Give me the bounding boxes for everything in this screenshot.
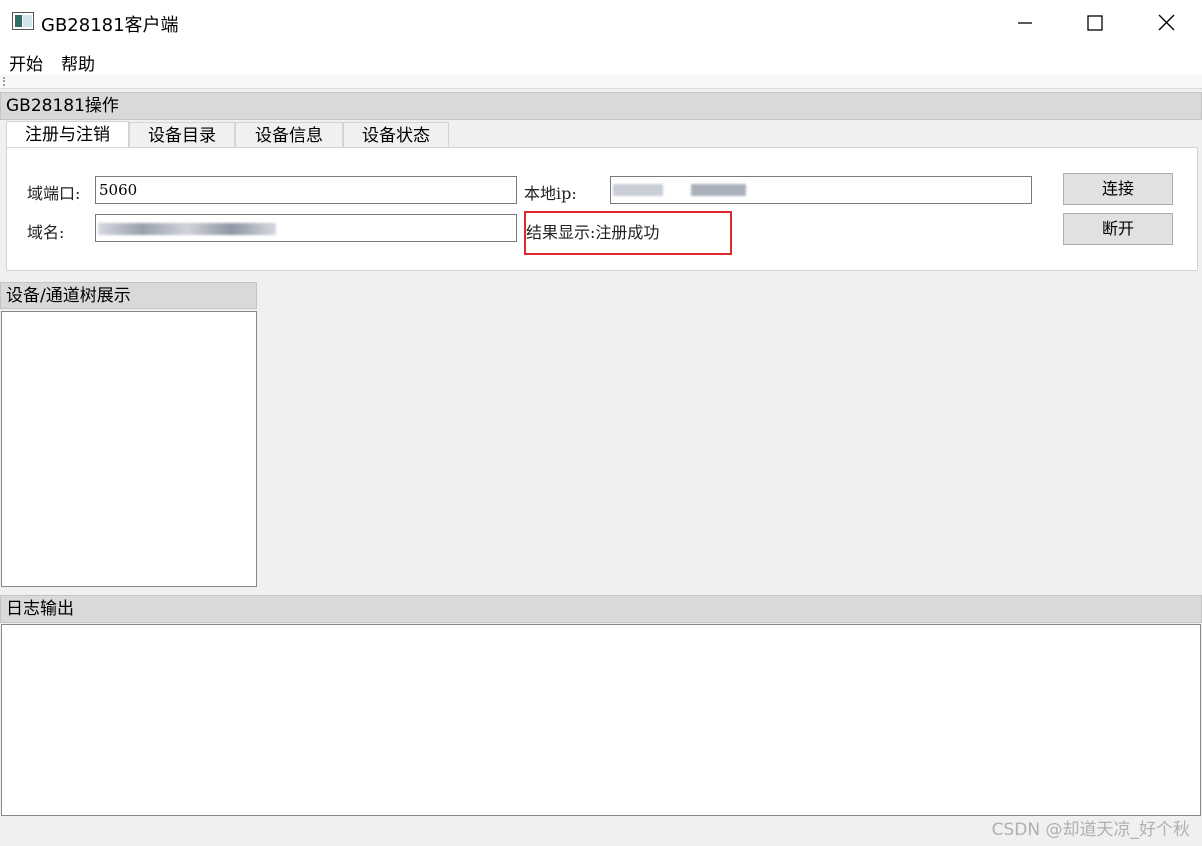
tab-device-status[interactable]: 设备状态 [343,122,449,148]
domain-name-label: 域名: [27,223,65,242]
minimize-icon [1018,21,1032,24]
redacted-text [613,184,663,196]
toolbar-grip[interactable] [3,77,5,86]
local-ip-label: 本地ip: [524,184,577,203]
toolbar-area [0,74,1202,89]
minimize-button[interactable] [990,0,1060,45]
redacted-text [98,223,276,235]
result-highlight-box [524,211,732,255]
close-button[interactable] [1131,0,1201,45]
tab-device-info[interactable]: 设备信息 [235,122,343,148]
device-channel-tree[interactable] [1,311,257,587]
tab-register[interactable]: 注册与注销 [6,121,129,148]
domain-port-label: 域端口: [27,184,81,203]
disconnect-button[interactable]: 断开 [1063,213,1173,245]
menu-start[interactable]: 开始 [9,50,43,75]
log-output[interactable] [1,624,1201,816]
local-ip-field[interactable] [610,176,1032,204]
domain-name-field[interactable] [95,214,517,242]
menu-bar: 开始 帮助 [0,45,1202,75]
tab-device-catalog[interactable]: 设备目录 [129,122,235,148]
tree-dock-title: 设备/通道树展示 [0,282,257,309]
window-title: GB28181客户端 [41,15,179,36]
menu-help[interactable]: 帮助 [61,50,95,75]
app-icon [12,12,34,30]
connect-button[interactable]: 连接 [1063,173,1173,205]
domain-port-field[interactable]: 5060 [95,176,517,204]
watermark: CSDN @却道天凉_好个秋 [991,820,1190,840]
title-bar: GB28181客户端 [0,0,1202,45]
close-icon [1158,14,1174,31]
operation-dock-title: GB28181操作 [0,92,1202,120]
log-dock-title: 日志输出 [0,595,1202,623]
maximize-icon [1087,14,1103,31]
redacted-text [691,184,746,196]
maximize-button[interactable] [1060,0,1130,45]
